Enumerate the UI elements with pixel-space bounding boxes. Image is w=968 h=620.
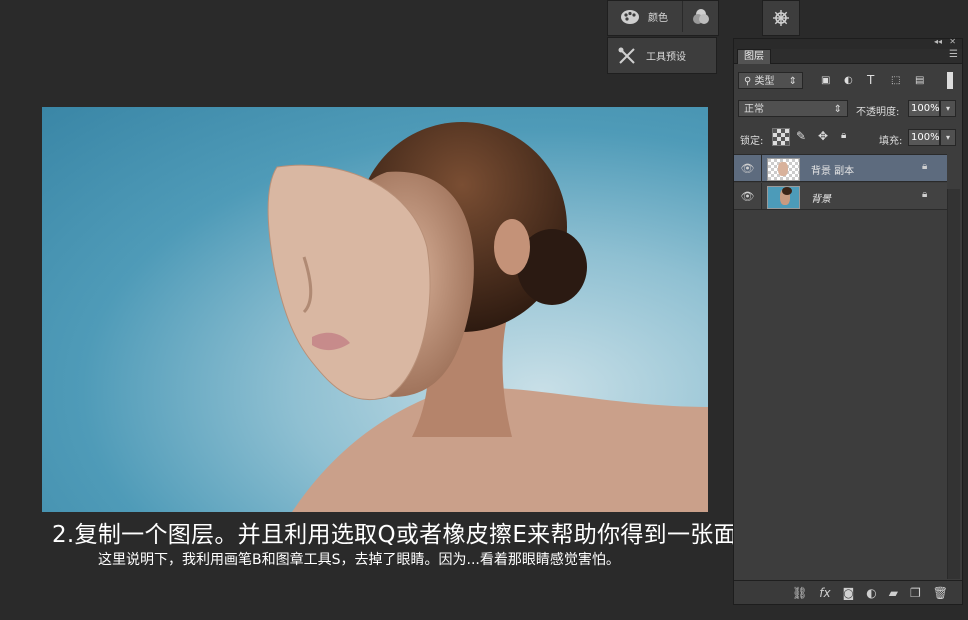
swatches-icon (693, 8, 709, 24)
opacity-label: 不透明度: (856, 107, 900, 118)
filter-type-icon[interactable]: T (867, 73, 874, 87)
add-mask-icon[interactable]: ◙ (843, 586, 855, 600)
lock-all-icon[interactable]: 🔒︎ (841, 130, 846, 141)
filter-toggle[interactable] (947, 72, 953, 89)
layer-style-icon[interactable]: fx (819, 586, 830, 600)
panel-top-bar[interactable]: ◂◂ ✕ (734, 37, 962, 49)
adjustments-panel-button[interactable] (682, 1, 719, 32)
lock-label: 锁定: (740, 136, 764, 147)
close-icon[interactable]: ✕ (949, 37, 956, 46)
layer-thumbnail (767, 186, 800, 209)
layer-lock-icon: 🔒︎ (922, 161, 928, 172)
panel-menu-icon[interactable]: ☰ (949, 49, 958, 60)
chevron-updown-icon: ⇕ (833, 104, 842, 115)
layer-row-copy[interactable]: 👁︎ 背景 副本 🔒︎ (734, 155, 947, 182)
ship-wheel-icon (773, 10, 789, 26)
visibility-eye-icon[interactable]: 👁︎ (734, 183, 762, 210)
search-icon: ⚲ (744, 76, 752, 87)
palette-icon (621, 9, 639, 24)
tab-layers[interactable]: 图层 (737, 49, 771, 64)
opacity-dropdown-button[interactable]: ▾ (940, 100, 956, 117)
layers-tab-bar: 图层 ☰ (734, 49, 962, 64)
visibility-eye-icon[interactable]: 👁︎ (734, 155, 762, 182)
document-canvas[interactable] (42, 107, 708, 512)
tools-icon (618, 47, 635, 64)
tool-presets-label: 工具预设 (646, 52, 686, 63)
tool-presets-panel-button[interactable]: 工具预设 (607, 37, 717, 74)
filter-type-label: 类型 (754, 76, 775, 87)
color-panel-button[interactable]: 颜色 (608, 1, 680, 32)
filter-smartobject-icon[interactable]: ▤ (915, 75, 924, 86)
layers-list: 👁︎ 背景 副本 🔒︎ 👁︎ 背景 🔒︎ (734, 154, 947, 215)
chevron-updown-icon: ⇕ (788, 76, 797, 87)
fill-input[interactable]: 100% (908, 129, 940, 146)
fill-label: 填充: (879, 136, 903, 147)
layer-thumbnail (767, 158, 800, 181)
color-panel-label: 颜色 (648, 13, 668, 24)
new-layer-icon[interactable]: ❐ (910, 586, 921, 600)
navigator-dock-button[interactable] (762, 0, 800, 36)
layer-name[interactable]: 背景 副本 (811, 162, 854, 177)
link-layers-icon[interactable]: ⛓ (792, 586, 807, 600)
lock-image-icon[interactable]: ✎ (796, 129, 806, 143)
layer-lock-icon: 🔒︎ (922, 189, 928, 200)
opacity-input[interactable]: 100% (908, 100, 940, 117)
lock-transparent-icon[interactable] (772, 128, 790, 146)
layer-row-background[interactable]: 👁︎ 背景 🔒︎ (734, 183, 947, 210)
lock-position-icon[interactable]: ✥ (818, 129, 828, 143)
fill-dropdown-button[interactable]: ▾ (940, 129, 956, 146)
filter-type-select[interactable]: ⚲ 类型 ⇕ (738, 72, 803, 89)
blend-mode-select[interactable]: 正常 ⇕ (738, 100, 848, 117)
filter-pixel-icon[interactable]: ▣ (821, 75, 830, 86)
layers-scrollbar[interactable] (947, 189, 960, 579)
trash-icon[interactable]: 🗑︎ (933, 586, 948, 600)
filter-shape-icon[interactable]: ⬚ (891, 75, 900, 86)
portrait-image (267, 122, 708, 512)
collapse-icon[interactable]: ◂◂ (934, 37, 942, 46)
layer-name[interactable]: 背景 (811, 190, 831, 205)
layers-panel: ◂◂ ✕ 图层 ☰ ⚲ 类型 ⇕ ▣ ◐ T ⬚ ▤ 正常 ⇕ 不透明度: 10… (733, 37, 963, 605)
filter-adjustment-icon[interactable]: ◐ (844, 75, 853, 86)
caption-sub: 这里说明下，我利用画笔B和图章工具S，去掉了眼睛。因为...看着那眼睛感觉害怕。 (98, 552, 620, 568)
color-panel-dock: 颜色 (607, 0, 719, 42)
layers-footer: ⛓ fx ◙ ◐ ▰ ❐ 🗑︎ (734, 580, 962, 604)
new-group-icon[interactable]: ▰ (889, 586, 898, 600)
adjustment-layer-icon[interactable]: ◐ (866, 586, 876, 600)
blend-mode-value: 正常 (744, 104, 764, 115)
